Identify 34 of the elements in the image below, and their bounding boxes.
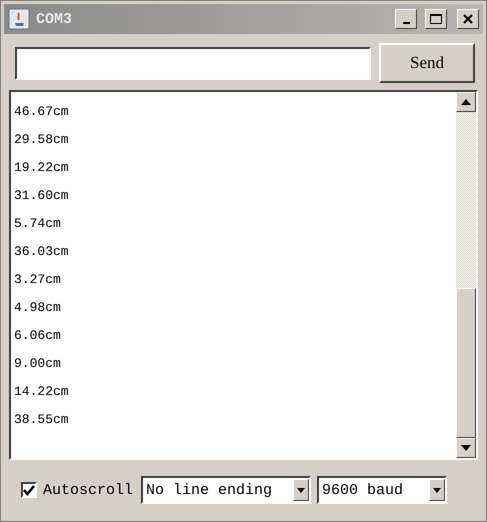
caret-icon (433, 488, 442, 492)
send-button[interactable]: Send (379, 43, 475, 83)
window-title: COM3 (36, 10, 74, 28)
output-line: 14.22cm (14, 383, 69, 401)
scroll-down-button[interactable] (456, 438, 476, 458)
output-line: 4.98cm (14, 299, 61, 317)
output-line: 38.55cm (14, 411, 69, 429)
output-line: 19.22cm (14, 159, 69, 177)
output-line: 29.58cm (14, 131, 69, 149)
autoscroll-checkbox[interactable] (21, 482, 37, 498)
output-line: 31.60cm (14, 187, 69, 205)
output-line: 36.03cm (14, 243, 69, 261)
baud-rate-dropdown[interactable]: 9600 baud (317, 476, 448, 504)
maximize-button[interactable] (425, 9, 447, 29)
scrollbar[interactable] (456, 92, 476, 458)
minimize-icon (402, 22, 410, 24)
output-line: 46.67cm (14, 103, 69, 121)
close-icon (462, 13, 474, 25)
down-arrow-icon (461, 445, 471, 451)
app-icon (8, 8, 30, 30)
scroll-thumb[interactable] (456, 288, 476, 438)
caret-icon (297, 488, 306, 492)
output-line: 6.06cm (14, 327, 61, 345)
close-button[interactable] (457, 9, 479, 29)
output-line: 3.27cm (14, 271, 61, 289)
output-line: 9.00cm (14, 355, 61, 373)
line-ending-dropdown[interactable]: No line ending (141, 476, 312, 504)
minimize-button[interactable] (395, 9, 417, 29)
scroll-up-button[interactable] (456, 92, 476, 112)
maximize-icon (429, 13, 443, 25)
output-line: 5.74cm (14, 215, 61, 233)
message-field[interactable] (15, 46, 371, 80)
autoscroll-label: Autoscroll (43, 482, 134, 498)
up-arrow-icon (461, 99, 471, 105)
